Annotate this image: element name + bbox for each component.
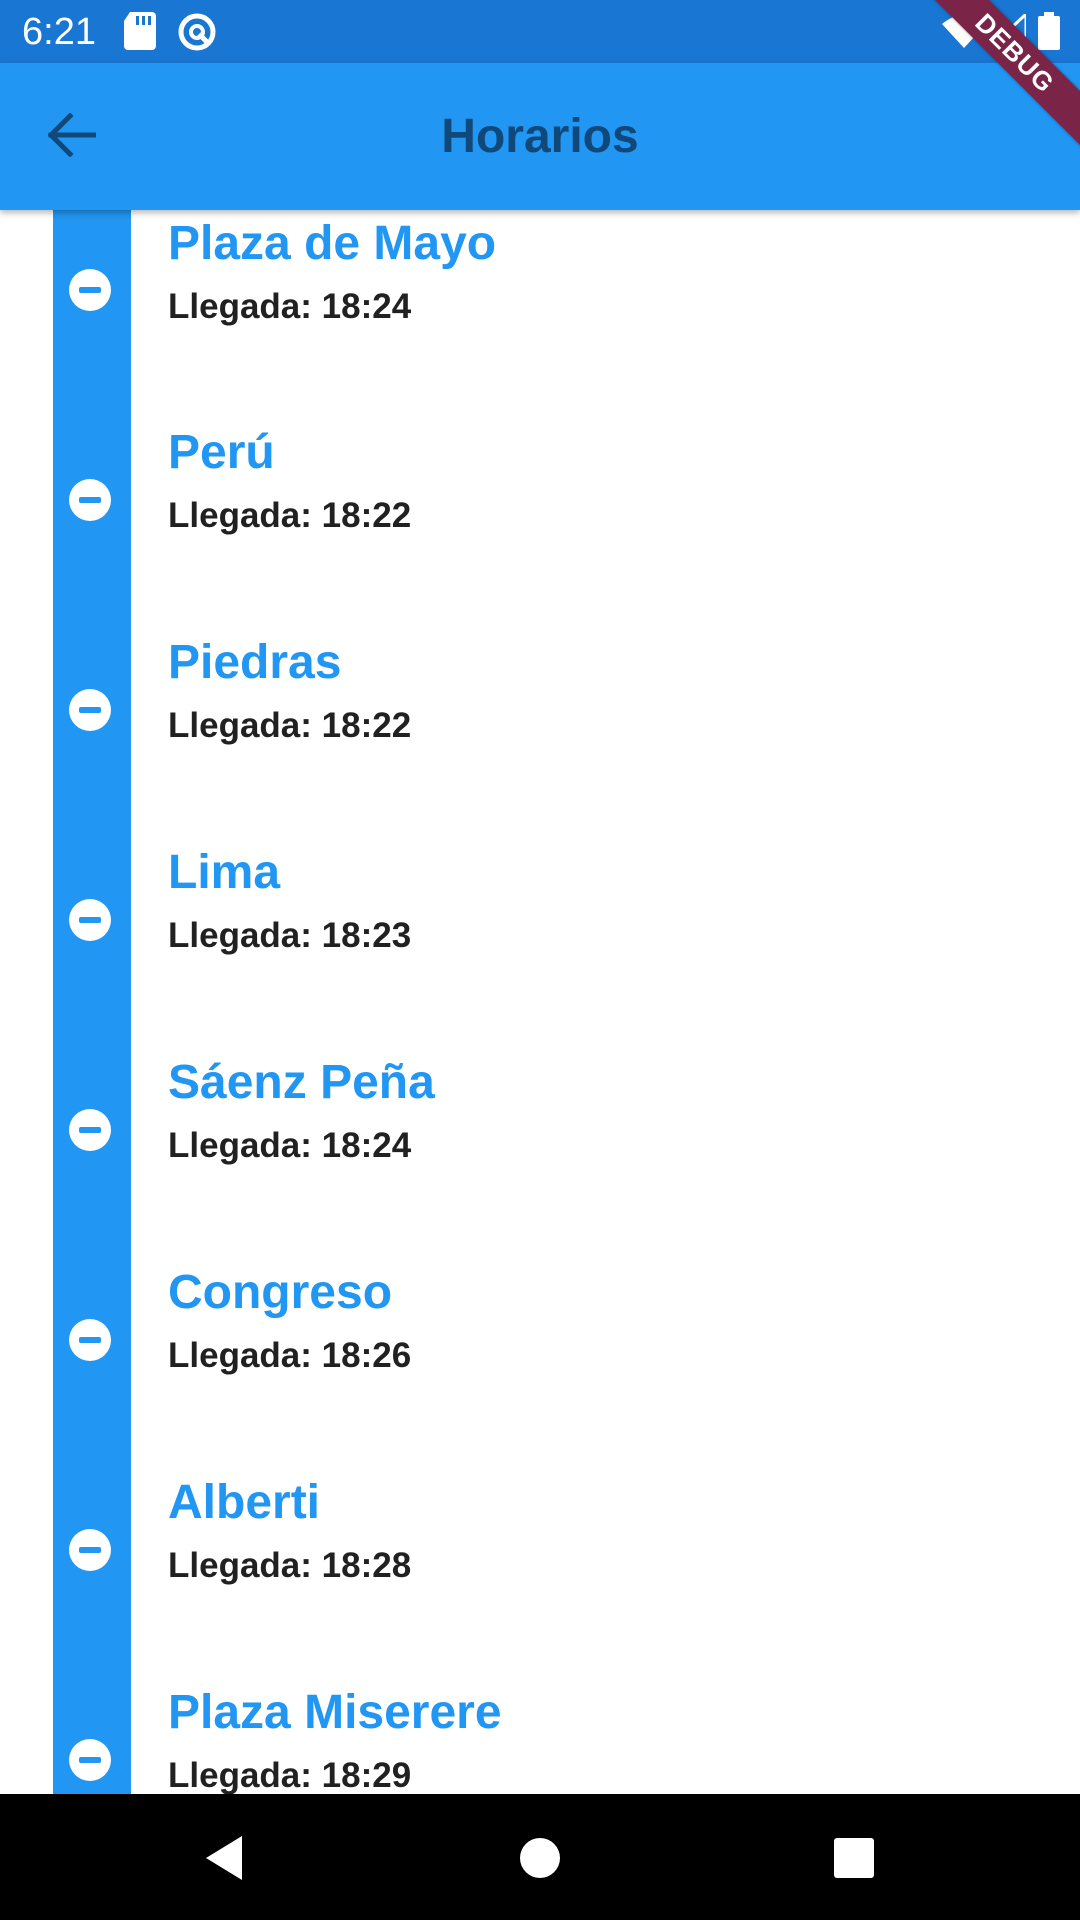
battery-icon	[1038, 12, 1060, 55]
recents-square-icon[interactable]	[826, 1830, 882, 1886]
stop-name: Alberti	[168, 1476, 321, 1529]
stops-list[interactable]: Plaza de Mayo Llegada: 18:24 Perú Llegad…	[0, 210, 1080, 1794]
stop-item[interactable]: Sáenz Peña Llegada: 18:24	[0, 1050, 1080, 1260]
stop-name: Perú	[168, 426, 275, 479]
status-bar: 6:21	[0, 0, 1080, 63]
stop-marker-icon	[69, 1109, 111, 1151]
app-bar: Horarios	[0, 63, 1080, 210]
stop-arrival: Llegada: 18:29	[168, 1756, 412, 1794]
stop-name: Plaza Miserere	[168, 1686, 502, 1739]
stop-item[interactable]: Alberti Llegada: 18:28	[0, 1470, 1080, 1680]
stop-marker-icon	[69, 269, 111, 311]
stop-marker-icon	[69, 479, 111, 521]
stop-marker-icon	[69, 689, 111, 731]
no-disturb-icon	[177, 12, 217, 57]
stop-item[interactable]: Congreso Llegada: 18:26	[0, 1260, 1080, 1470]
stop-arrival: Llegada: 18:22	[168, 496, 412, 535]
stop-arrival: Llegada: 18:23	[168, 916, 412, 955]
stop-marker-icon	[69, 1529, 111, 1571]
status-time: 6:21	[22, 11, 96, 53]
stop-item[interactable]: Lima Llegada: 18:23	[0, 840, 1080, 1050]
stop-arrival: Llegada: 18:26	[168, 1336, 412, 1375]
stop-name: Sáenz Peña	[168, 1056, 435, 1109]
system-nav-bar	[0, 1794, 1080, 1920]
stop-item[interactable]: Piedras Llegada: 18:22	[0, 630, 1080, 840]
home-circle-icon[interactable]	[512, 1830, 568, 1886]
page-title: Horarios	[441, 110, 639, 163]
stop-name: Lima	[168, 846, 281, 899]
sd-card-icon	[124, 12, 156, 55]
stop-marker-icon	[69, 899, 111, 941]
stop-name: Plaza de Mayo	[168, 217, 497, 270]
stop-arrival: Llegada: 18:24	[168, 287, 412, 326]
stop-item[interactable]: Plaza de Mayo Llegada: 18:24	[0, 210, 1080, 420]
stop-name: Piedras	[168, 636, 342, 689]
stop-marker-icon	[69, 1319, 111, 1361]
stop-item[interactable]: Perú Llegada: 18:22	[0, 420, 1080, 630]
stop-arrival: Llegada: 18:28	[168, 1546, 412, 1585]
stop-item[interactable]: Plaza Miserere Llegada: 18:29	[0, 1680, 1080, 1794]
stop-arrival: Llegada: 18:24	[168, 1126, 412, 1165]
stop-arrival: Llegada: 18:22	[168, 706, 412, 745]
stop-marker-icon	[69, 1739, 111, 1781]
stop-name: Congreso	[168, 1266, 393, 1319]
back-triangle-icon[interactable]	[198, 1830, 254, 1886]
